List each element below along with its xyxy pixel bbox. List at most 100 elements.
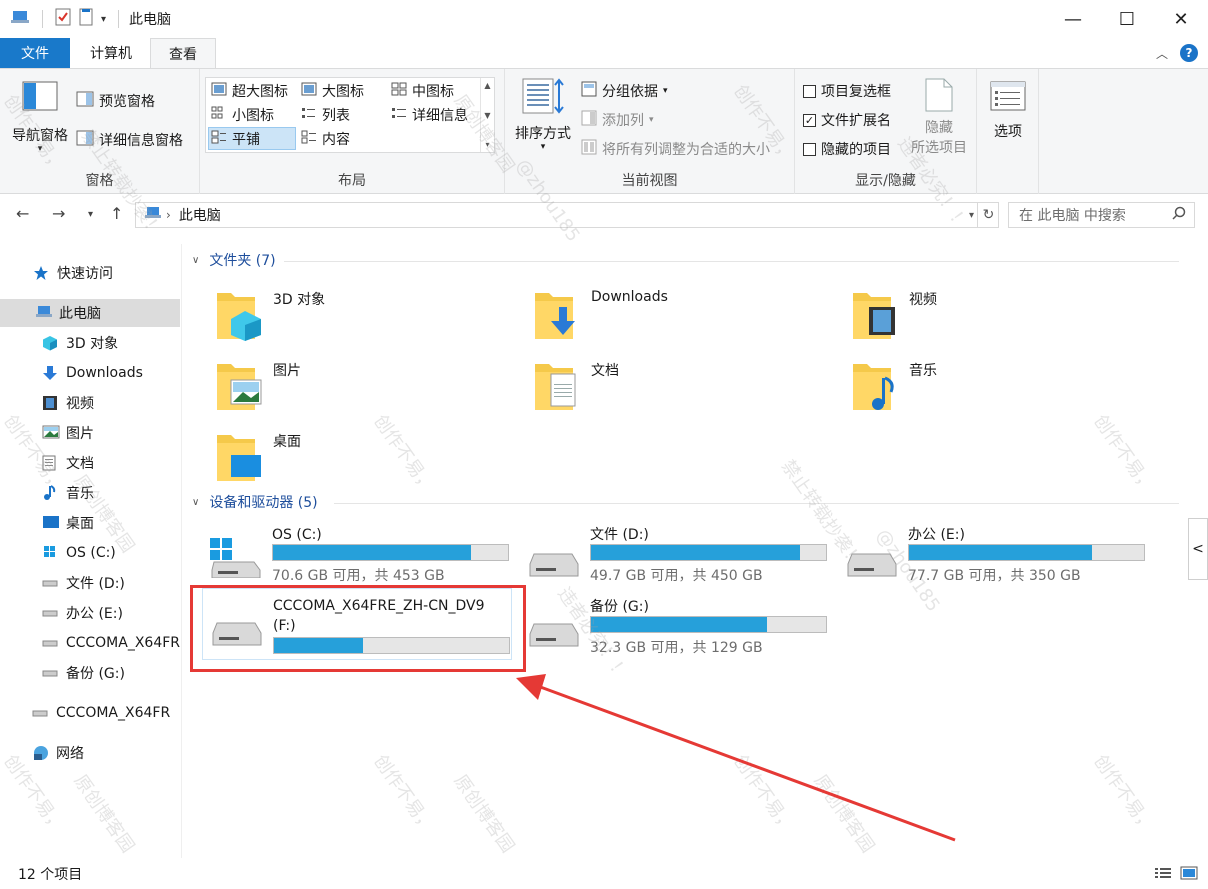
collapse-ribbon-chevron-icon[interactable]: ︿ bbox=[1156, 45, 1168, 62]
layout-large-icons[interactable]: 大图标 bbox=[301, 81, 364, 101]
folder-music[interactable]: 音乐 bbox=[851, 360, 1151, 424]
sidebar-item-3d-objects[interactable]: 3D 对象 bbox=[0, 329, 180, 357]
file-extensions-checkbox[interactable]: ✓ bbox=[803, 113, 816, 127]
title-bar: ▾ 此电脑 — ☐ ✕ bbox=[0, 0, 1208, 38]
folder-music-icon bbox=[851, 364, 899, 416]
sidebar-item-music[interactable]: 音乐 bbox=[0, 479, 180, 507]
layout-details[interactable]: 详细信息 bbox=[391, 105, 468, 125]
customize-toolbar-chevron-icon[interactable]: ▾ bbox=[101, 14, 106, 25]
preview-pane-label: 预览窗格 bbox=[99, 94, 155, 110]
minimize-button[interactable]: — bbox=[1046, 0, 1100, 38]
address-bar[interactable]: › 此电脑 ▾ ↻ bbox=[135, 202, 999, 228]
drive-d[interactable]: 文件 (D:) 49.7 GB 可用，共 450 GB bbox=[528, 522, 846, 592]
preview-pane-button[interactable]: 预览窗格 bbox=[76, 91, 155, 111]
group-by-button[interactable]: 分组依据 ▾ bbox=[581, 81, 668, 101]
sidebar-item-drive-c[interactable]: OS (C:) bbox=[0, 539, 180, 567]
options-button[interactable]: 选项 bbox=[985, 81, 1031, 141]
layout-tiles[interactable]: 平铺 bbox=[211, 129, 260, 149]
sidebar-item-drive-d[interactable]: 文件 (D:) bbox=[0, 569, 180, 597]
tab-file[interactable]: 文件 bbox=[0, 38, 70, 68]
folder-3d-objects[interactable]: 3D 对象 bbox=[215, 289, 515, 353]
layout-extra-large-icons[interactable]: 超大图标 bbox=[211, 81, 288, 101]
add-column-label: 添加列 bbox=[602, 113, 644, 129]
gallery-more-icon[interactable]: ▾ bbox=[485, 140, 489, 149]
tab-computer[interactable]: 计算机 bbox=[72, 38, 150, 68]
hard-drive-icon bbox=[528, 622, 580, 652]
item-checkboxes-option[interactable]: 项目复选框 bbox=[803, 81, 891, 101]
folder-3d-icon bbox=[215, 293, 263, 345]
hidden-items-option[interactable]: 隐藏的项目 bbox=[803, 139, 891, 159]
folders-section-header[interactable]: ∨ 文件夹 (7) bbox=[192, 250, 276, 270]
hide-selected-items-button[interactable]: 隐藏 所选项目 bbox=[905, 77, 973, 157]
folder-documents[interactable]: 文档 bbox=[533, 360, 833, 424]
drives-section-header[interactable]: ∨ 设备和驱动器 (5) bbox=[192, 492, 318, 512]
add-column-button[interactable]: 添加列 ▾ bbox=[581, 110, 654, 130]
address-history-chevron-icon[interactable]: ▾ bbox=[969, 210, 974, 221]
file-extensions-option[interactable]: ✓ 文件扩展名 bbox=[803, 110, 891, 130]
navigation-pane-label: 导航窗格 bbox=[12, 128, 68, 144]
large-icons-view-icon[interactable] bbox=[1180, 866, 1198, 884]
new-folder-icon[interactable] bbox=[79, 8, 93, 30]
folder-label: 音乐 bbox=[909, 363, 937, 379]
drive-e[interactable]: 办公 (E:) 77.7 GB 可用，共 350 GB bbox=[846, 522, 1164, 592]
download-arrow-icon bbox=[42, 365, 60, 381]
layout-small-icons[interactable]: 小图标 bbox=[211, 105, 274, 125]
breadcrumb-chevron-icon[interactable]: › bbox=[166, 208, 171, 222]
hidden-items-checkbox[interactable] bbox=[803, 142, 816, 156]
sidebar-item-this-pc[interactable]: 此电脑 bbox=[0, 299, 180, 327]
sidebar-item-desktop[interactable]: 桌面 bbox=[0, 509, 180, 537]
details-view-icon[interactable] bbox=[1154, 866, 1172, 884]
drive-c[interactable]: OS (C:) 70.6 GB 可用，共 453 GB bbox=[210, 522, 528, 592]
panes-group: 导航窗格 ▾ 预览窗格 详细信息窗格 窗格 bbox=[0, 69, 200, 194]
sidebar-item-drive-f[interactable]: CCCOMA_X64FR bbox=[0, 629, 180, 657]
sidebar-item-videos[interactable]: 视频 bbox=[0, 389, 180, 417]
item-checkboxes-checkbox[interactable] bbox=[803, 84, 816, 98]
drive-g[interactable]: 备份 (G:) 32.3 GB 可用，共 129 GB bbox=[528, 594, 846, 664]
folder-pictures[interactable]: 图片 bbox=[215, 360, 515, 424]
maximize-button[interactable]: ☐ bbox=[1100, 0, 1154, 38]
back-arrow-icon[interactable]: ← bbox=[16, 204, 29, 223]
sidebar-item-drive-g[interactable]: 备份 (G:) bbox=[0, 659, 180, 687]
sidebar-item-documents[interactable]: 文档 bbox=[0, 449, 180, 477]
sort-by-button[interactable]: 排序方式 ▾ bbox=[511, 77, 575, 152]
sidebar-item-network[interactable]: 网络 bbox=[0, 739, 180, 767]
folder-videos[interactable]: 视频 bbox=[851, 289, 1151, 353]
help-icon[interactable]: ? bbox=[1180, 44, 1198, 62]
layout-content[interactable]: 内容 bbox=[301, 129, 350, 149]
tab-view[interactable]: 查看 bbox=[150, 38, 216, 69]
details-pane-button[interactable]: 详细信息窗格 bbox=[76, 130, 183, 150]
expand-pane-chevron-icon[interactable]: < bbox=[1188, 518, 1208, 580]
close-button[interactable]: ✕ bbox=[1154, 0, 1208, 38]
sidebar-item-quick-access[interactable]: 快速访问 bbox=[0, 259, 180, 287]
sidebar-item-pictures[interactable]: 图片 bbox=[0, 419, 180, 447]
recent-locations-chevron-icon[interactable]: ▾ bbox=[88, 209, 93, 220]
collapse-chevron-icon[interactable]: ∨ bbox=[192, 497, 199, 508]
scroll-up-icon[interactable]: ▲ bbox=[484, 81, 490, 90]
size-all-columns-button[interactable]: 将所有列调整为合适的大小 bbox=[581, 139, 770, 159]
folder-downloads[interactable]: Downloads bbox=[533, 289, 833, 353]
search-input[interactable]: 在 此电脑 中搜索 bbox=[1008, 202, 1195, 228]
properties-icon[interactable] bbox=[55, 8, 71, 30]
layout-medium-icons[interactable]: 中图标 bbox=[391, 81, 454, 101]
sidebar-item-downloads[interactable]: Downloads bbox=[0, 359, 180, 387]
sidebar-item-drive-e[interactable]: 办公 (E:) bbox=[0, 599, 180, 627]
network-icon bbox=[32, 745, 50, 761]
scroll-down-icon[interactable]: ▼ bbox=[484, 111, 490, 120]
layout-gallery-scroll[interactable]: ▲ ▼ ▾ bbox=[480, 78, 494, 152]
collapse-chevron-icon[interactable]: ∨ bbox=[192, 255, 199, 266]
forward-arrow-icon[interactable]: → bbox=[52, 204, 65, 223]
hard-drive-icon bbox=[42, 605, 60, 621]
sidebar-item-removable-f[interactable]: CCCOMA_X64FR bbox=[0, 699, 180, 727]
refresh-icon[interactable]: ↻ bbox=[977, 203, 999, 227]
drives-heading: 设备和驱动器 (5) bbox=[209, 495, 318, 511]
layout-list[interactable]: 列表 bbox=[301, 105, 350, 125]
folder-desktop[interactable]: 桌面 bbox=[215, 431, 515, 495]
up-arrow-icon[interactable]: ↑ bbox=[110, 204, 123, 223]
navigation-pane-button[interactable]: 导航窗格 ▾ bbox=[8, 81, 72, 154]
section-divider bbox=[284, 261, 1179, 262]
sidebar-item-label: Downloads bbox=[66, 365, 143, 381]
cube-icon bbox=[42, 335, 60, 351]
show-hide-group-label: 显示/隐藏 bbox=[855, 173, 916, 189]
breadcrumb-this-pc[interactable]: 此电脑 bbox=[179, 205, 221, 225]
navigation-sidebar: 快速访问 此电脑 3D 对象 Downloads 视频 图片 文档 音乐 桌面 … bbox=[0, 244, 182, 858]
